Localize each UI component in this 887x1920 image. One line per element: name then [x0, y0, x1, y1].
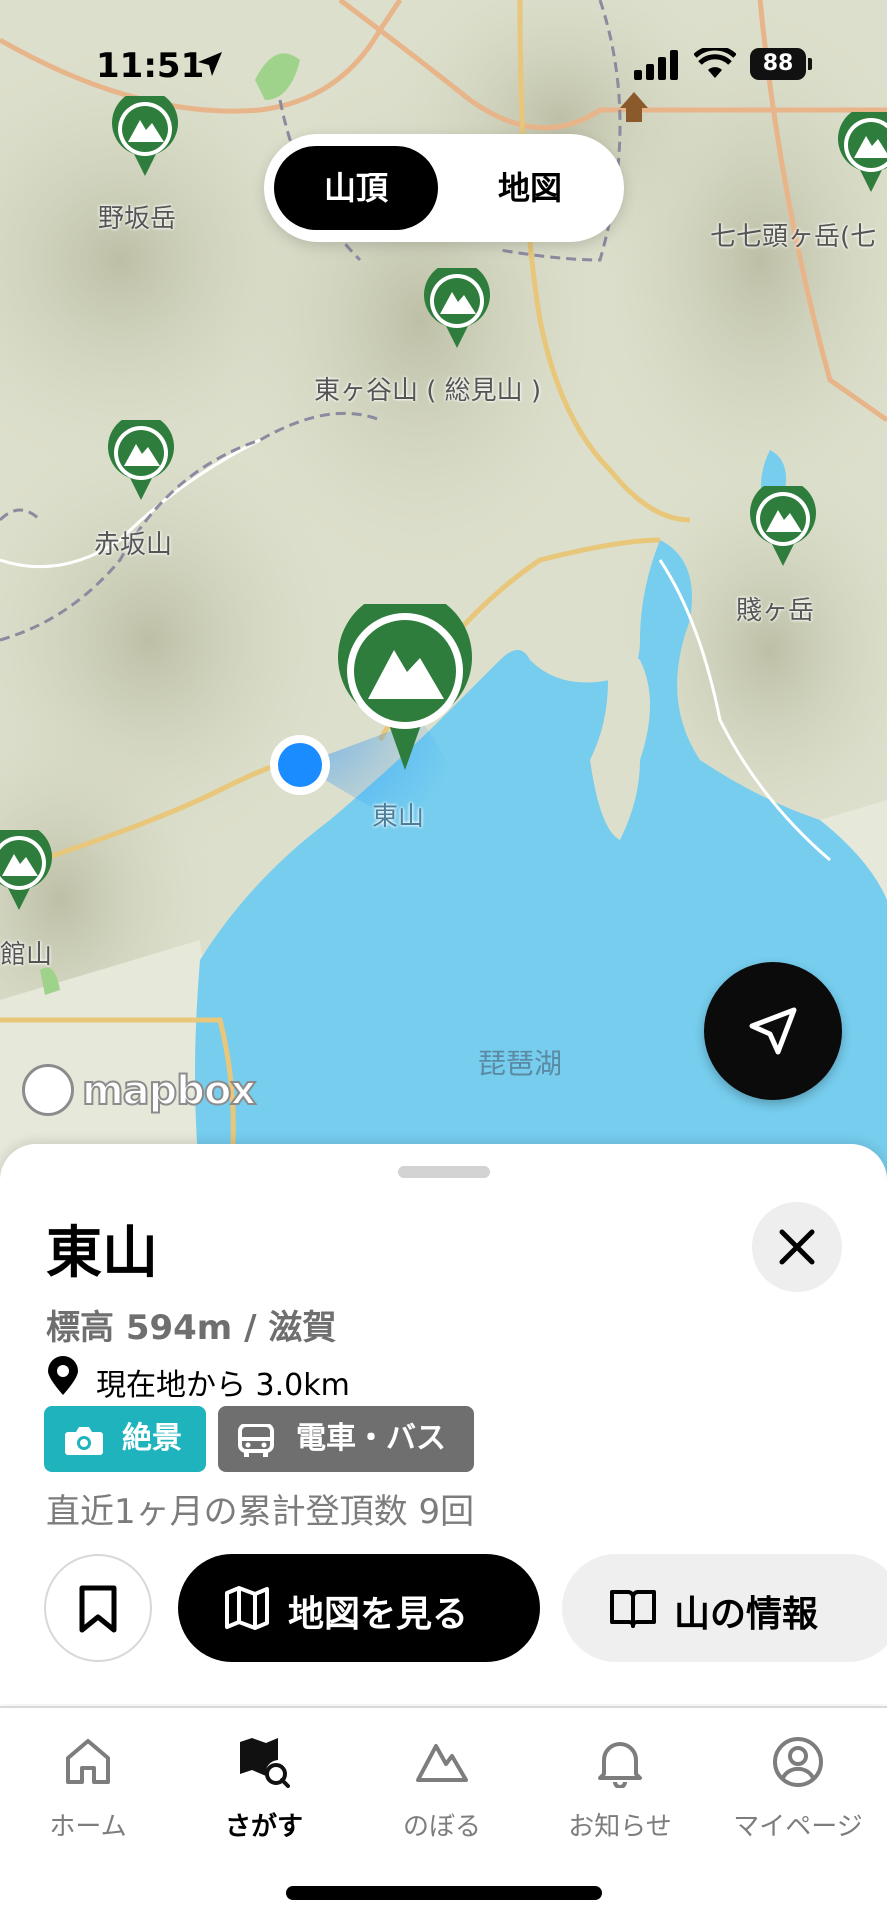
mountain-info-label: 山の情報 [674, 1594, 819, 1635]
close-button[interactable] [752, 1202, 842, 1292]
tab-search-label: さがす [224, 1812, 303, 1842]
map-label-higashiyama: 東山 [372, 802, 425, 832]
view-map-button[interactable]: 地図を見る [178, 1554, 540, 1662]
tag-scenic: 絶景 [44, 1406, 206, 1472]
summit-pin-shizugatake[interactable] [750, 486, 816, 568]
tab-climb[interactable]: のぼる [362, 1736, 522, 1846]
home-indicator [286, 1886, 602, 1900]
distance-text: 現在地から 3.0km [96, 1368, 350, 1403]
distance-row: 現在地から 3.0km [46, 1356, 350, 1403]
toggle-map[interactable]: 地図 [448, 146, 612, 230]
summit-title: 東山 [46, 1221, 158, 1286]
map-label-nanananto: 七七頭ヶ岳(七 [710, 222, 877, 252]
summit-elevation: 標高 594m / 滋賀 [46, 1308, 337, 1348]
summit-pin-nanananto[interactable] [838, 112, 887, 194]
summit-detail-sheet: 東山 標高 594m / 滋賀 現在地から 3.0km 絶景 電車・バス 直近1… [0, 1144, 887, 1704]
tab-mypage-label: マイページ [733, 1812, 863, 1842]
book-icon [610, 1590, 656, 1628]
bell-icon [598, 1742, 642, 1788]
tag-train-bus-label: 電車・バス [296, 1421, 446, 1456]
map-label-lake: 琵琶湖 [478, 1047, 563, 1080]
cellular-signal-icon [634, 50, 678, 80]
tab-home-label: ホーム [49, 1812, 127, 1842]
map-label-yakata: 館山 [0, 940, 53, 970]
tab-mypage[interactable]: マイページ [718, 1736, 878, 1846]
tag-train-bus: 電車・バス [218, 1406, 474, 1472]
map-search-icon [240, 1738, 290, 1788]
user-icon [773, 1737, 823, 1787]
tab-notifications[interactable]: お知らせ [540, 1736, 700, 1846]
map-label-nosaka: 野坂岳 [98, 204, 177, 234]
summit-pin-selected-higashiyama[interactable] [338, 604, 472, 772]
view-map-label: 地図を見る [288, 1594, 469, 1635]
map-label-higashigatani: 東ヶ谷山 ( 総見山 ) [314, 376, 542, 406]
current-location-button[interactable] [704, 962, 842, 1100]
summit-pin-akasaka[interactable] [108, 420, 174, 502]
sheet-drag-handle[interactable] [398, 1166, 490, 1178]
navigation-arrow-icon [749, 1007, 797, 1055]
tab-home[interactable]: ホーム [8, 1736, 168, 1846]
bookmark-icon [79, 1585, 117, 1633]
toggle-summit[interactable]: 山頂 [274, 146, 438, 230]
location-pin-icon [48, 1356, 78, 1395]
tab-climb-label: のぼる [402, 1812, 481, 1842]
tab-notifications-label: お知らせ [568, 1812, 672, 1842]
mountain-info-button[interactable]: 山の情報 [562, 1554, 887, 1662]
camera-icon [65, 1427, 103, 1455]
status-time: 11:51 [96, 46, 205, 86]
wifi-icon [694, 48, 736, 78]
tag-scenic-label: 絶景 [122, 1421, 182, 1456]
summit-pin-higashigatani[interactable] [424, 268, 490, 350]
battery-tip [808, 58, 812, 70]
bookmark-button[interactable] [44, 1554, 152, 1662]
mountain-icon [416, 1744, 468, 1782]
map-label-shizugatake: 賤ヶ岳 [736, 596, 815, 626]
mapbox-attribution: mapbox [81, 1067, 257, 1115]
mapbox-logo-icon [22, 1064, 74, 1116]
summit-pin-yakata[interactable] [0, 830, 52, 912]
battery-indicator: 88 [750, 48, 806, 80]
tab-search[interactable]: さがす [184, 1736, 344, 1846]
close-icon [779, 1229, 815, 1265]
screen: 野坂岳 七七頭ヶ岳(七 東ヶ谷山 ( 総見山 ) 赤坂山 賤ヶ岳 東山 館山 琵… [0, 0, 887, 1920]
map-label-akasaka: 赤坂山 [94, 530, 173, 560]
location-arrow-icon [198, 52, 222, 76]
home-icon [66, 1739, 110, 1784]
summit-count: 直近1ヶ月の累計登頂数 9回 [46, 1492, 475, 1532]
bus-icon [238, 1424, 274, 1457]
status-bar: 11:51 88 [0, 0, 887, 120]
view-toggle: 山頂 地図 [264, 134, 624, 242]
map-icon [225, 1586, 269, 1630]
